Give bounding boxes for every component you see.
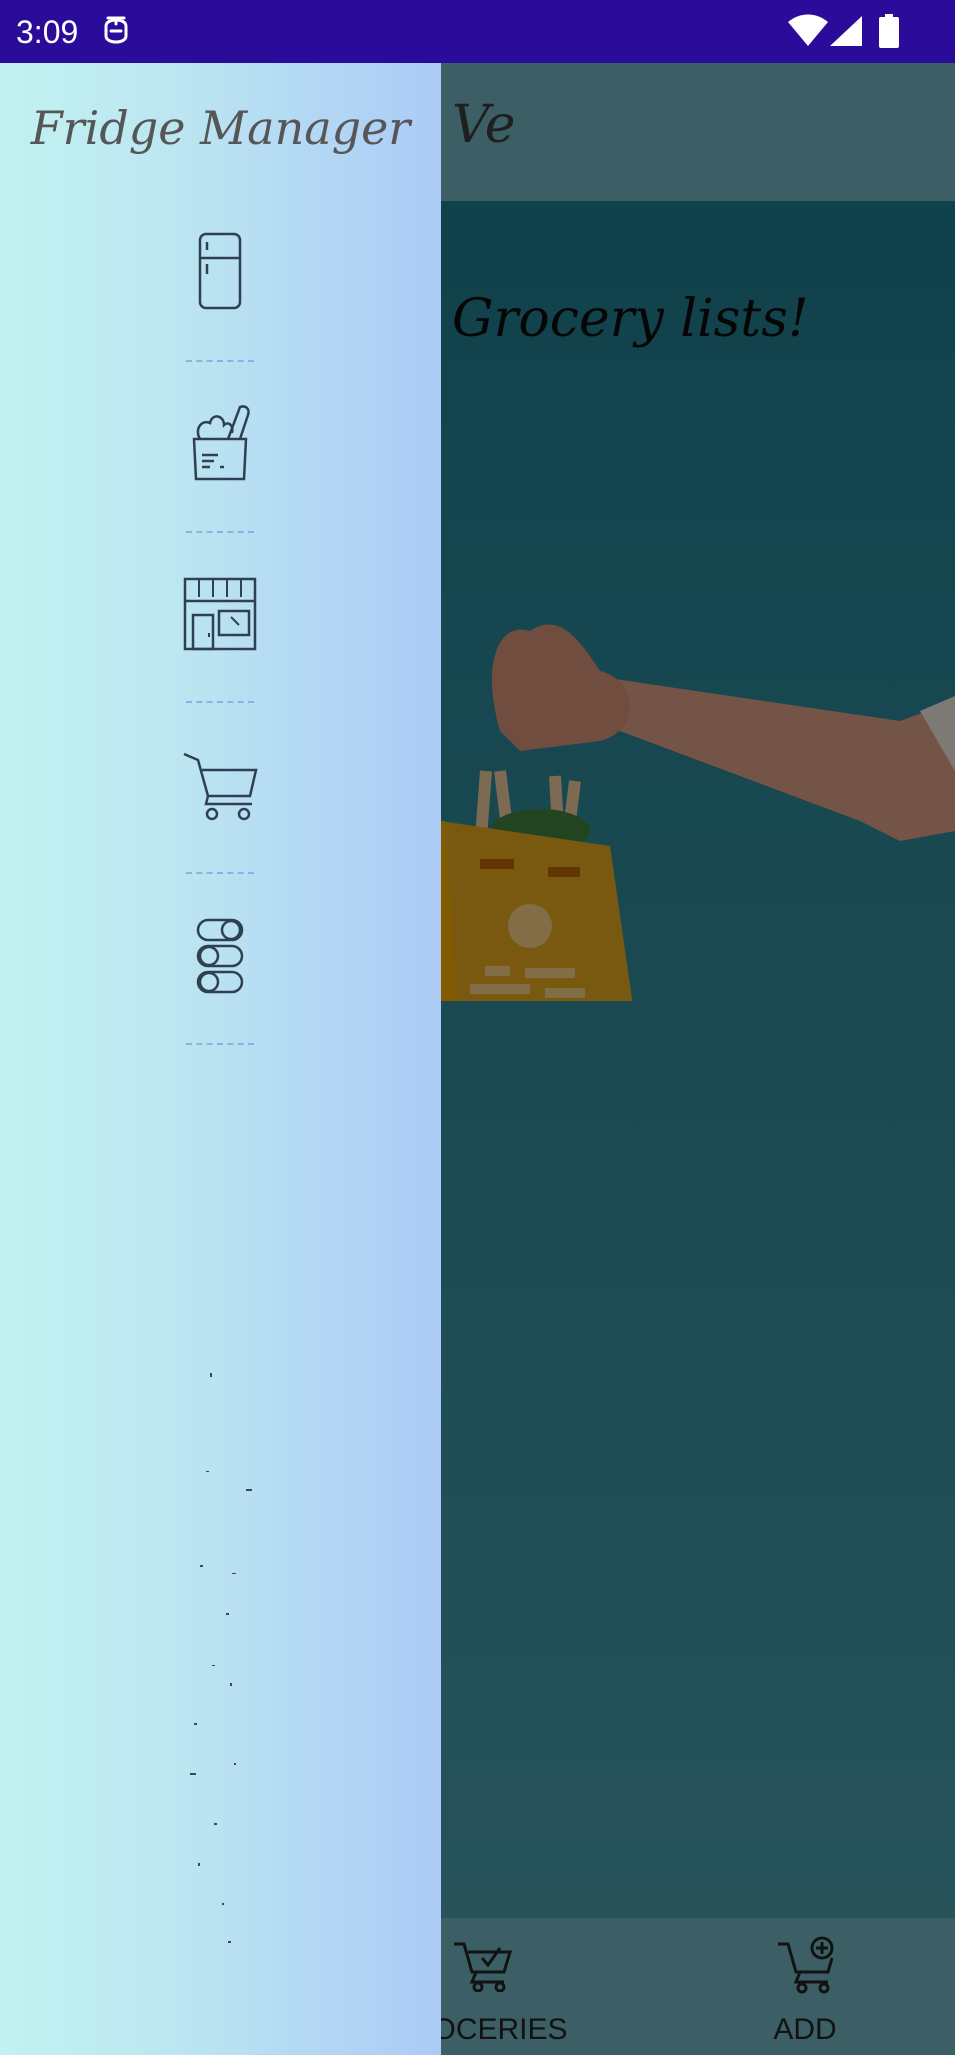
store-icon [181, 575, 259, 657]
shopping-cart-icon [182, 750, 258, 826]
battery-icon [878, 14, 900, 52]
drawer-divider [186, 872, 254, 874]
drawer-item-groceries[interactable] [170, 396, 270, 496]
wifi-icon [788, 14, 828, 52]
status-bar: 3:09 [0, 0, 955, 63]
cellular-signal-icon [830, 16, 862, 50]
navigation-drawer: Fridge Manager [0, 63, 441, 2055]
drawer-item-shopping-list[interactable] [170, 738, 270, 838]
status-time: 3:09 [16, 14, 79, 50]
drawer-item-settings[interactable] [170, 908, 270, 1008]
fridge-icon [198, 232, 242, 314]
drawer-divider [186, 701, 254, 703]
decorative-speckles [190, 1373, 252, 1943]
toggle-settings-icon [195, 917, 245, 999]
drawer-divider [186, 1043, 254, 1045]
grocery-bag-icon [188, 403, 252, 489]
drawer-title: Fridge Manager [30, 101, 411, 155]
drawer-item-store[interactable] [170, 566, 270, 666]
drawer-item-fridge[interactable] [170, 223, 270, 323]
data-saver-icon [102, 14, 130, 52]
drawer-divider [186, 531, 254, 533]
drawer-divider [186, 360, 254, 362]
